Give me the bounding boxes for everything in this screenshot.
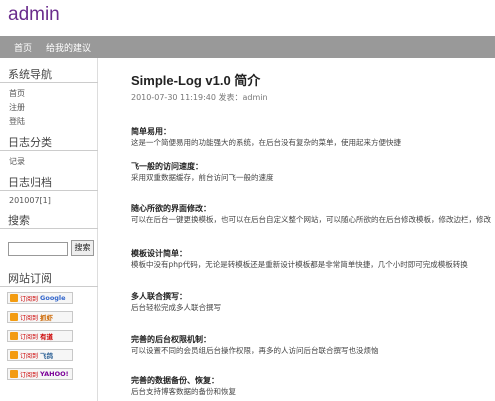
- post-title[interactable]: Simple-Log v1.0 简介: [131, 70, 260, 89]
- section-heading: 随心所欲的界面修改：: [131, 204, 211, 213]
- brand-label: Google: [40, 294, 66, 302]
- sidebar-nav-title: 系统导航: [8, 68, 52, 81]
- sidebar-rss-title: 网站订阅: [8, 272, 52, 285]
- rss-icon: [10, 370, 18, 378]
- divider: [0, 286, 98, 287]
- nav-suggestion[interactable]: 给我的建议: [46, 41, 91, 54]
- sidebar: 系统导航 首页 注册 登陆 日志分类 记录 日志归档 201007[1] 搜索 …: [0, 58, 98, 401]
- post-meta: 2010-07-30 11:19:40 发表：admin: [131, 93, 268, 102]
- section-heading: 完善的后台权限机制：: [131, 335, 211, 344]
- brand-label: YAHOO!: [40, 370, 69, 378]
- section-body: 可以在后台一键更换模板，也可以在后台自定义整个网站，可以随心所欲的在后台修改模板…: [131, 215, 491, 224]
- sidebar-search-title: 搜索: [8, 214, 30, 227]
- subscribe-feige-button[interactable]: 订阅到 飞鸽: [7, 349, 73, 361]
- subscribe-yahoo-button[interactable]: 订阅到 YAHOO!: [7, 368, 73, 380]
- section-body: 模板中没有php代码，无论是转模板还是重新设计模板都是非常简单快捷，几个小时即可…: [131, 260, 468, 269]
- rss-icon: [10, 332, 18, 340]
- search-button[interactable]: 搜索: [71, 240, 94, 256]
- brand-label: 飞鸽: [40, 352, 54, 360]
- rss-icon: [10, 313, 18, 321]
- sidebar-link-home[interactable]: 首页: [9, 88, 25, 99]
- section-body: 后台轻松完成多人联合撰写: [131, 303, 221, 312]
- section-body: 这是一个简便易用的功能强大的系统，在后台没有复杂的菜单，使用起来方便快捷: [131, 138, 401, 147]
- subscribe-label: 订阅到: [20, 333, 39, 341]
- subscribe-label: 订阅到: [20, 314, 39, 322]
- divider: [0, 150, 98, 151]
- sidebar-link-register[interactable]: 注册: [9, 102, 25, 113]
- section-heading: 多人联合撰写：: [131, 292, 187, 301]
- subscribe-google-button[interactable]: 订阅到 Google: [7, 292, 73, 304]
- brand-label: 抓虾: [40, 314, 54, 322]
- section-body: 采用双重数据缓存，前台访问飞一般的速度: [131, 173, 274, 182]
- nav-home[interactable]: 首页: [14, 41, 32, 54]
- section-heading: 模板设计简单：: [131, 249, 187, 258]
- rss-icon: [10, 351, 18, 359]
- section-body: 后台支持博客数据的备份和恢复: [131, 387, 236, 396]
- subscribe-label: 订阅到: [20, 352, 39, 360]
- section-heading: 完善的数据备份、恢复：: [131, 376, 219, 385]
- section-heading: 简单易用：: [131, 127, 171, 136]
- divider: [0, 82, 98, 83]
- subscribe-label: 订阅到: [20, 295, 39, 303]
- divider: [0, 190, 98, 191]
- section-body: 可以设置不同的会员组后台操作权限，再多的人访问后台联合撰写也没烦恼: [131, 346, 379, 355]
- subscribe-zhuaxia-button[interactable]: 订阅到 抓虾: [7, 311, 73, 323]
- sidebar-category-record[interactable]: 记录: [9, 156, 25, 167]
- subscribe-youdao-button[interactable]: 订阅到 有道: [7, 330, 73, 342]
- sidebar-archive-201007[interactable]: 201007[1]: [9, 196, 51, 205]
- sidebar-category-title: 日志分类: [8, 136, 52, 149]
- rss-icon: [10, 294, 18, 302]
- sidebar-archive-title: 日志归档: [8, 176, 52, 189]
- subscribe-label: 订阅到: [20, 371, 39, 379]
- section-heading: 飞一般的访问速度：: [131, 162, 203, 171]
- divider: [0, 228, 98, 229]
- top-navbar: 首页 给我的建议: [0, 36, 495, 58]
- brand-label: 有道: [40, 333, 54, 341]
- sidebar-link-login[interactable]: 登陆: [9, 116, 25, 127]
- search-input[interactable]: [8, 242, 68, 256]
- site-title[interactable]: admin: [8, 4, 60, 26]
